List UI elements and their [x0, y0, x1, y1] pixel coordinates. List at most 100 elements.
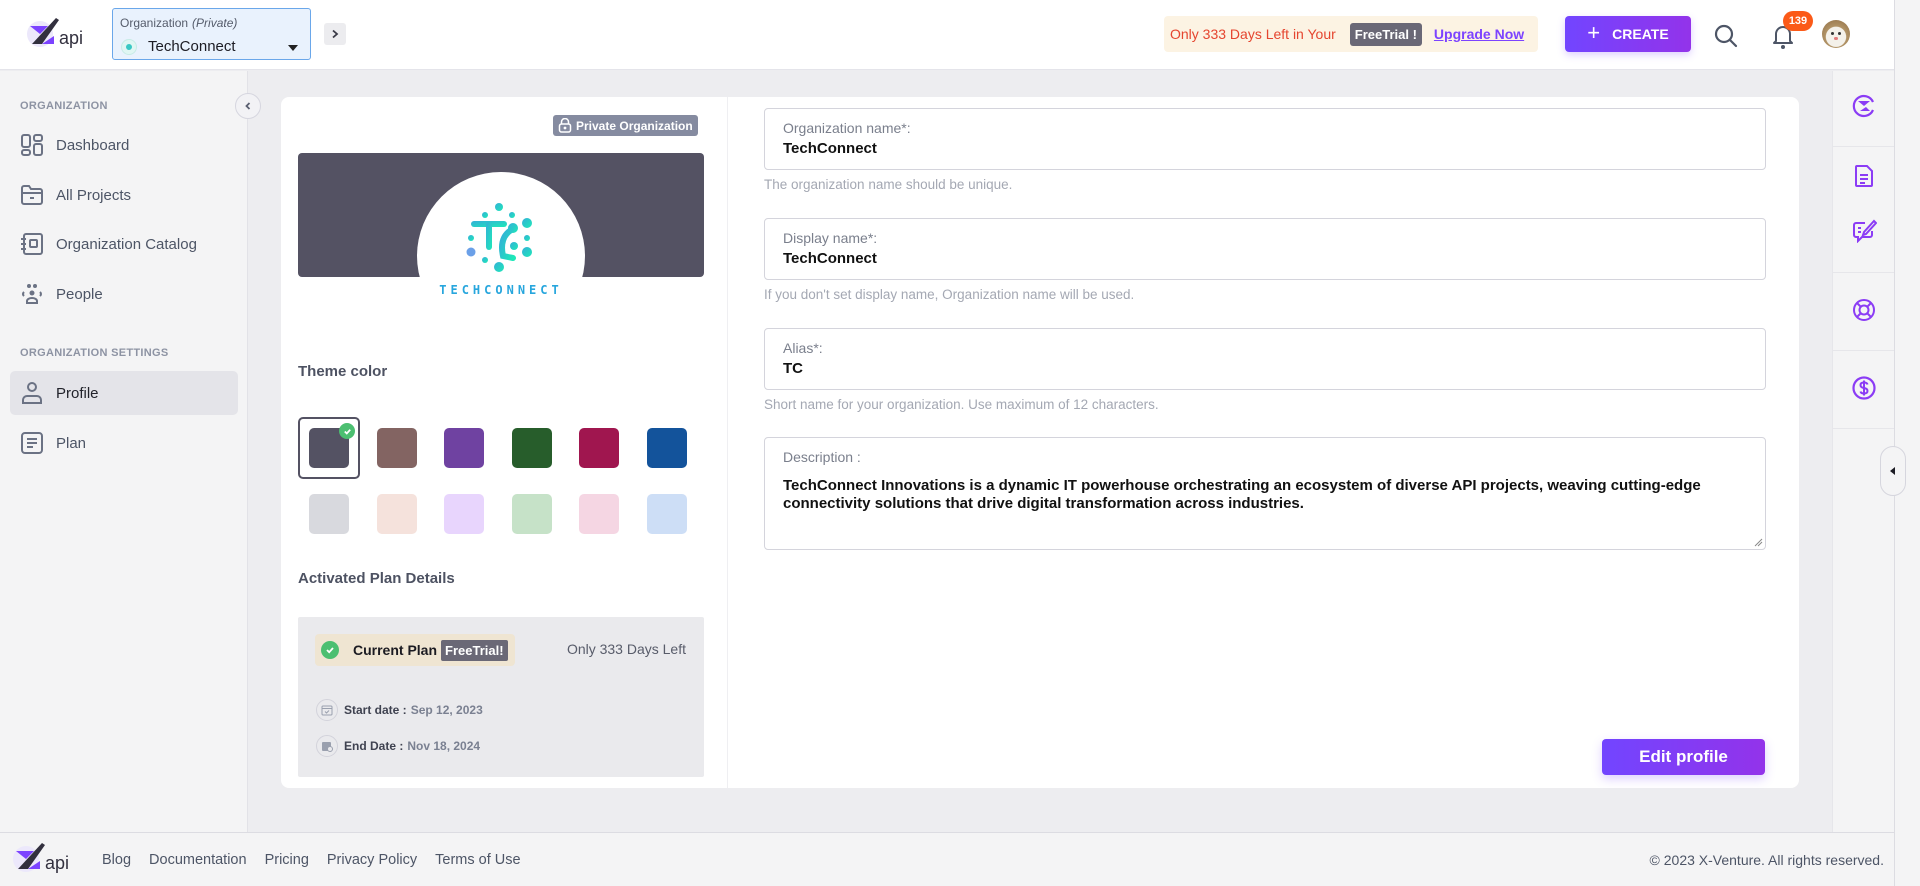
svg-text:api: api: [45, 853, 69, 873]
organization-name-hint: The organization name should be unique.: [764, 177, 1013, 192]
swatch-color: [511, 428, 552, 468]
theme-color-swatch[interactable]: [501, 417, 563, 479]
sidebar-item-all-projects[interactable]: All Projects: [10, 173, 238, 217]
footer-link-documentation[interactable]: Documentation: [149, 852, 247, 868]
start-date-value: Sep 12, 2023: [410, 703, 483, 717]
document-icon[interactable]: [1851, 163, 1877, 189]
notification-count-badge: 139: [1783, 11, 1813, 31]
swatch-color: [579, 494, 619, 534]
swatch-color: [376, 494, 417, 534]
swatch-color: [444, 494, 484, 534]
org-selector-value: TechConnect: [148, 38, 236, 55]
organization-profile-card: Private Organization TECHCONNECT Theme c…: [281, 97, 1799, 788]
expand-button[interactable]: [324, 23, 346, 45]
support-lifebuoy-icon[interactable]: [1851, 297, 1877, 323]
sidebar-item-dashboard[interactable]: Dashboard: [10, 123, 238, 167]
theme-color-swatch[interactable]: [433, 483, 495, 545]
user-avatar[interactable]: [1822, 20, 1850, 48]
chevron-left-icon: [245, 102, 251, 110]
resize-handle-icon[interactable]: [1753, 537, 1763, 547]
create-button-label: CREATE: [1612, 26, 1669, 42]
edit-profile-button[interactable]: Edit profile: [1602, 739, 1765, 775]
display-name-hint: If you don't set display name, Organizat…: [764, 287, 1135, 302]
theme-color-swatch[interactable]: [568, 483, 630, 545]
techconnect-logo-icon: [466, 203, 532, 272]
sidebar-item-label: Profile: [56, 384, 99, 402]
create-button[interactable]: + CREATE: [1565, 16, 1691, 52]
footer-link-pricing[interactable]: Pricing: [265, 852, 309, 868]
sidebar-collapse-button[interactable]: [235, 93, 261, 119]
theme-color-swatch[interactable]: [298, 417, 360, 479]
theme-color-swatch[interactable]: [636, 483, 698, 545]
swatch-color: [376, 428, 417, 468]
end-date-row: End Date : Nov 18, 2024: [316, 735, 480, 757]
folder-icon: [21, 185, 43, 205]
display-name-field[interactable]: Display name*:: [764, 218, 1766, 280]
sidebar-item-plan[interactable]: Plan: [10, 421, 238, 465]
private-badge-label: Private Organization: [576, 118, 693, 133]
alias-label: Alias*:: [783, 340, 823, 356]
display-name-input[interactable]: [783, 250, 1733, 267]
theme-color-swatch[interactable]: [568, 417, 630, 479]
swatch-color: [444, 428, 484, 468]
organization-name-field[interactable]: Organization name*:: [764, 108, 1766, 170]
organization-name-input[interactable]: [783, 140, 1733, 157]
right-rail-toggle[interactable]: [1880, 446, 1906, 496]
theme-color-swatch[interactable]: [366, 483, 428, 545]
organization-selector[interactable]: Organization (Private) TechConnect: [112, 8, 311, 60]
theme-color-swatch[interactable]: [501, 483, 563, 545]
sidebar-item-organization-catalog[interactable]: Organization Catalog: [10, 222, 238, 266]
footer-link-privacy-policy[interactable]: Privacy Policy: [327, 852, 417, 868]
dollar-icon[interactable]: [1851, 375, 1877, 401]
footer-link-blog[interactable]: Blog: [102, 852, 131, 868]
swatch-color: [511, 494, 552, 534]
theme-color-swatch[interactable]: [433, 417, 495, 479]
theme-color-swatch[interactable]: [636, 417, 698, 479]
xapi-footer-logo-icon[interactable]: api: [12, 839, 84, 879]
description-field[interactable]: Description : TechConnect Innovations is…: [764, 437, 1766, 550]
selected-check-icon: [339, 423, 355, 439]
copyright-text: © 2023 X-Venture. All rights reserved.: [1649, 852, 1884, 868]
sidebar-item-profile[interactable]: Profile: [10, 371, 238, 415]
end-date-label: End Date :: [344, 739, 404, 753]
svg-text:api: api: [59, 28, 83, 48]
logo-wordmark: TECHCONNECT: [439, 283, 563, 297]
trial-banner: Only 333 Days Left in Your FreeTrial ! U…: [1164, 16, 1538, 52]
current-plan-label: Current Plan: [353, 642, 438, 658]
theme-color-swatch[interactable]: [298, 483, 360, 545]
dashboard-icon: [21, 134, 43, 156]
org-avatar-icon: [121, 39, 137, 55]
start-date-label: Start date :: [344, 703, 407, 717]
rail-group-1: [1833, 71, 1895, 147]
swatch-color: [309, 494, 349, 534]
alias-field[interactable]: Alias*:: [764, 328, 1766, 390]
check-circle-icon: [321, 641, 339, 659]
sidebar-item-label: Organization Catalog: [56, 235, 197, 253]
chevron-right-icon: [332, 29, 339, 39]
upgrade-now-link[interactable]: Upgrade Now: [1434, 26, 1524, 42]
xapi-logo-icon[interactable]: api: [26, 14, 98, 54]
sidebar-item-people[interactable]: People: [10, 272, 238, 316]
sidebar-section-organization: ORGANIZATION: [20, 100, 108, 112]
top-header: api Organization (Private) TechConnect On…: [0, 0, 1894, 70]
sidebar-item-label: Dashboard: [56, 136, 130, 154]
sidebar-item-label: People: [56, 285, 103, 303]
display-name-label: Display name*:: [783, 230, 878, 246]
organization-logo[interactable]: TECHCONNECT: [417, 172, 585, 340]
feedback-edit-icon[interactable]: [1851, 217, 1877, 243]
description-textarea[interactable]: TechConnect Innovations is a dynamic IT …: [783, 477, 1733, 537]
x-logo-icon[interactable]: [1851, 93, 1877, 119]
private-organization-badge: Private Organization: [553, 115, 698, 136]
organization-name-label: Organization name*:: [783, 120, 911, 136]
start-date-row: Start date : Sep 12, 2023: [316, 699, 483, 721]
current-plan-pill: Current Plan FreeTrial!: [315, 634, 515, 666]
page-scroll-strip: [1894, 0, 1920, 886]
swatch-color: [646, 494, 687, 534]
trial-plan-tag: FreeTrial !: [1349, 22, 1422, 46]
plan-details-box: Current Plan FreeTrial! Only 333 Days Le…: [298, 617, 704, 777]
footer-link-terms-of-use[interactable]: Terms of Use: [435, 852, 520, 868]
catalog-icon: [21, 233, 43, 255]
search-icon[interactable]: [1713, 23, 1739, 49]
theme-color-swatch[interactable]: [366, 417, 428, 479]
alias-input[interactable]: [783, 360, 1733, 377]
